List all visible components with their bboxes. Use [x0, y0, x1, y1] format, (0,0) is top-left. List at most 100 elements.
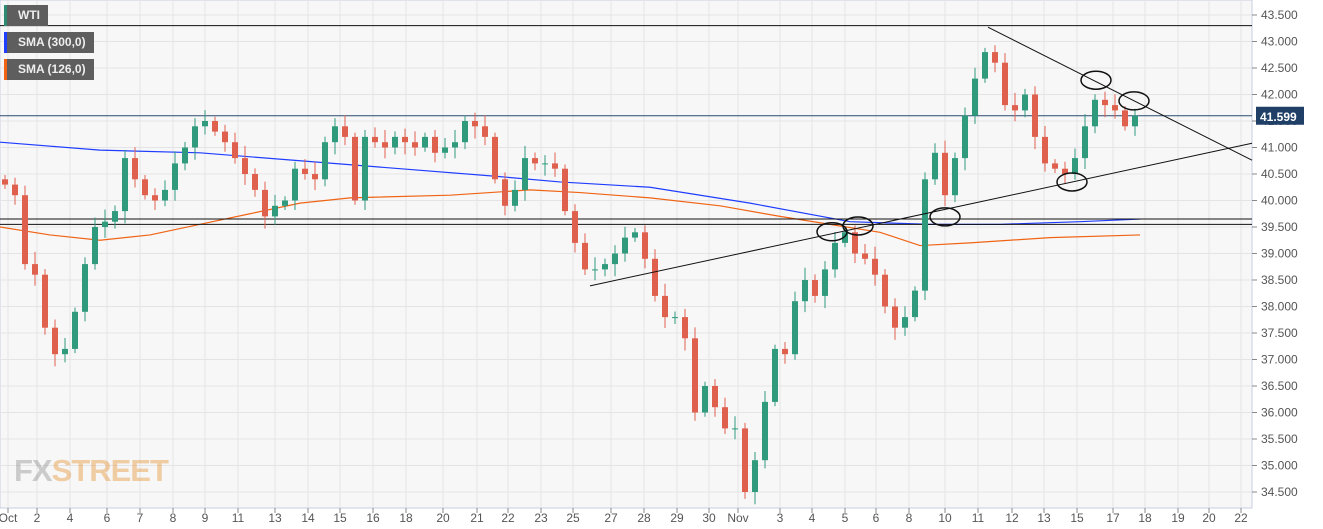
candle-body [962, 115, 968, 159]
fxstreet-watermark: FXSTREET [14, 453, 169, 488]
candle-body [1082, 126, 1088, 159]
candle-body [562, 168, 568, 212]
x-tick-label: 16 [366, 511, 380, 525]
candle-body [932, 152, 938, 180]
y-tick-label: 36.000 [1261, 406, 1298, 420]
x-tick-label: 5 [842, 511, 849, 525]
x-tick-label: 17 [1106, 511, 1120, 525]
y-tick-label: 42.500 [1261, 61, 1298, 75]
candle-body [252, 174, 258, 190]
x-tick-label: 4 [67, 511, 74, 525]
legend-sma-300[interactable]: SMA (300,0) [4, 32, 94, 53]
candle-body [92, 227, 98, 265]
x-tick-label: 20 [436, 511, 450, 525]
legend-sma-126[interactable]: SMA (126,0) [4, 59, 94, 80]
candle-body [392, 136, 398, 148]
candle-body [1042, 136, 1048, 164]
candle-body [402, 136, 408, 143]
y-tick-label: 38.500 [1261, 273, 1298, 287]
candle-body [662, 295, 668, 318]
candle-body [1012, 105, 1018, 111]
candle-body [522, 158, 528, 190]
candle-body [552, 163, 558, 169]
candle-body [612, 253, 618, 265]
candle-body [642, 232, 648, 259]
candle-body [732, 428, 738, 430]
candle-body [942, 152, 948, 196]
x-tick-label: 22 [1234, 511, 1248, 525]
x-tick-label: 6 [104, 511, 111, 525]
x-tick-label: 19 [1171, 511, 1185, 525]
x-tick-label: 30 [702, 511, 716, 525]
candle-body [1112, 105, 1118, 111]
candle-body [102, 221, 108, 227]
x-tick-label: 8 [906, 511, 913, 525]
candle-body [912, 290, 918, 318]
y-tick-label: 43.500 [1261, 8, 1298, 22]
x-tick-label: Oct [0, 511, 18, 525]
candle-body [372, 136, 378, 143]
x-tick-label: 11 [972, 511, 985, 525]
x-tick-label: 9 [202, 511, 209, 525]
x-tick-label: 12 [1005, 511, 1019, 525]
candle-body [132, 158, 138, 180]
candle-body [462, 121, 468, 143]
candle-body [902, 317, 908, 328]
candle-body [812, 280, 818, 296]
candle-body [782, 348, 788, 355]
legend-wti[interactable]: WTI [4, 5, 48, 26]
candle-body [922, 179, 928, 291]
candle-body [72, 311, 78, 349]
y-tick-label: 35.000 [1261, 459, 1298, 473]
candle-body [182, 147, 188, 164]
candle-body [2, 179, 8, 185]
candle-body [432, 136, 438, 153]
y-tick-label: 41.000 [1261, 141, 1298, 155]
y-tick-label: 37.500 [1261, 326, 1298, 340]
candle-body [592, 269, 598, 271]
candle-body [352, 136, 358, 201]
candle-body [882, 274, 888, 307]
candle-body [672, 317, 678, 319]
x-tick-label: 14 [301, 511, 315, 525]
candle-body [492, 136, 498, 180]
candle-body [412, 142, 418, 148]
candle-body [892, 306, 898, 328]
x-tick-label: 25 [566, 511, 580, 525]
y-tick-label: 43.000 [1261, 35, 1298, 49]
candle-body [1022, 94, 1028, 111]
x-tick-label: 29 [670, 511, 684, 525]
candle-body [42, 274, 48, 328]
candle-body [52, 327, 58, 355]
last-price-label: 41.599 [1260, 110, 1297, 124]
candle-body [122, 158, 128, 212]
candle-body [232, 142, 238, 159]
candle-body [332, 126, 338, 143]
candle-body [702, 386, 708, 413]
y-tick-label: 39.500 [1261, 220, 1298, 234]
y-tick-label: 34.500 [1261, 485, 1298, 499]
candle-body [682, 317, 688, 339]
candle-body [772, 348, 778, 402]
y-tick-label: 36.500 [1261, 379, 1298, 393]
candle-body [302, 168, 308, 174]
candle-body [482, 126, 488, 137]
candle-body [472, 121, 478, 127]
candle-body [452, 142, 458, 148]
x-tick-label: 4 [809, 511, 816, 525]
candle-body [1002, 62, 1008, 106]
candle-body [242, 158, 248, 174]
x-tick-label: 6 [873, 511, 880, 525]
y-tick-label: 37.000 [1261, 353, 1298, 367]
candle-body [762, 401, 768, 461]
candle-body [1092, 99, 1098, 127]
candle-body [832, 242, 838, 270]
candle-body [572, 211, 578, 243]
candle-body [712, 386, 718, 408]
candle-body [342, 126, 348, 137]
y-tick-label: 35.500 [1261, 432, 1298, 446]
candle-body [362, 136, 368, 201]
x-tick-label: 15 [1070, 511, 1084, 525]
price-chart[interactable]: 43.50043.00042.50042.00041.50041.00040.5… [0, 0, 1323, 529]
y-tick-label: 42.000 [1261, 88, 1298, 102]
